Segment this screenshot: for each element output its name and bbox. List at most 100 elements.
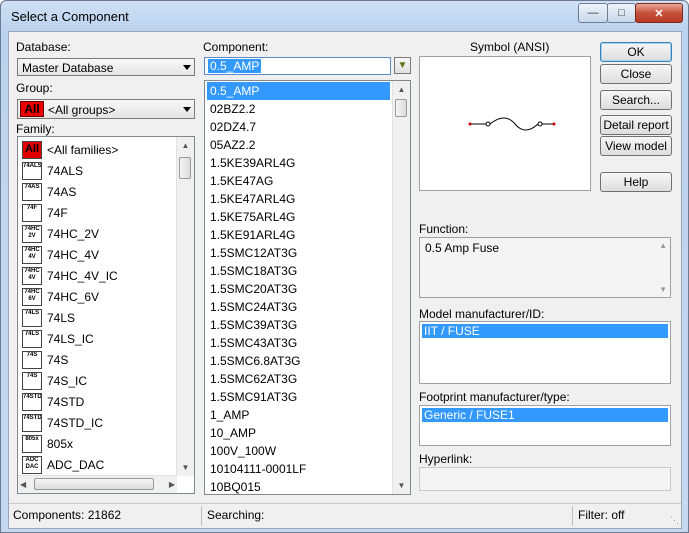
family-icon: 74HC 6V: [22, 287, 42, 306]
family-item[interactable]: 74HC 4V 74HC_4V_IC: [22, 265, 118, 286]
family-item-label: 74S_IC: [47, 373, 88, 388]
family-icon: 74AS: [22, 182, 42, 201]
family-item[interactable]: 74F 74F: [22, 202, 68, 223]
family-item[interactable]: 74LS 74LS: [22, 307, 75, 328]
family-item-label: 74LS_IC: [47, 331, 94, 346]
component-item[interactable]: 10104111-0001LF: [207, 460, 390, 478]
close-window-button[interactable]: ✕: [635, 3, 683, 23]
component-item[interactable]: 1.5SMC20AT3G: [207, 280, 390, 298]
component-item[interactable]: 1.5KE39ARL4G: [207, 154, 390, 172]
chevron-down-icon: [183, 107, 191, 112]
component-item[interactable]: 10BQ015: [207, 478, 390, 494]
help-button[interactable]: Help: [600, 172, 672, 192]
group-label: Group:: [16, 81, 53, 95]
family-item-label: 74HC_4V_IC: [47, 268, 118, 283]
component-item[interactable]: 02DZ4.7: [207, 118, 390, 136]
family-item[interactable]: 74ALS 74ALS: [22, 160, 83, 181]
all-badge-icon: All: [20, 101, 44, 117]
family-icon: 74STD: [22, 413, 42, 432]
family-item[interactable]: All <All families>: [22, 139, 118, 160]
component-item[interactable]: 02BZ2.2: [207, 100, 390, 118]
hyperlink-field[interactable]: [419, 467, 671, 491]
family-horizontal-scrollbar[interactable]: ◀ ▶: [18, 475, 177, 493]
component-item[interactable]: 1.5KE75ARL4G: [207, 208, 390, 226]
function-value: 0.5 Amp Fuse: [425, 241, 500, 255]
group-select[interactable]: All <All groups>: [17, 99, 195, 119]
searching-status: Searching:: [207, 508, 265, 522]
family-item[interactable]: 74HC 4V 74HC_4V: [22, 244, 99, 265]
component-item[interactable]: 1.5KE47AG: [207, 172, 390, 190]
family-icon: 74HC 4V: [22, 245, 42, 264]
component-item[interactable]: 1.5SMC39AT3G: [207, 316, 390, 334]
close-button[interactable]: Close: [600, 64, 672, 84]
model-list[interactable]: IIT / FUSE: [419, 321, 671, 384]
database-value: Master Database: [22, 61, 114, 75]
filter-button[interactable]: ▼: [394, 57, 411, 74]
model-item[interactable]: IIT / FUSE: [422, 324, 668, 338]
scroll-thumb[interactable]: [395, 99, 407, 117]
component-item[interactable]: 05AZ2.2: [207, 136, 390, 154]
scroll-up-icon[interactable]: ▲: [177, 137, 194, 154]
family-item[interactable]: 805x 805x: [22, 433, 73, 454]
family-item[interactable]: ADC DAC ADC_DAC: [22, 454, 104, 475]
footprint-list[interactable]: Generic / FUSE1: [419, 405, 671, 446]
database-select[interactable]: Master Database: [17, 58, 195, 76]
scroll-up-icon: ▲: [659, 241, 667, 250]
component-item[interactable]: 1.5SMC43AT3G: [207, 334, 390, 352]
family-icon: ADC DAC: [22, 455, 42, 474]
family-icon: 74S: [22, 371, 42, 390]
ok-button[interactable]: OK: [600, 42, 672, 62]
family-item[interactable]: 74S 74S_IC: [22, 370, 87, 391]
family-list[interactable]: ▲ ▼ ◀ ▶ All <All families> 74ALS 74ALS 74AS 7…: [17, 136, 195, 494]
component-list[interactable]: 10BQ015 10104111-0001LF 100V_100W 10_AMP 1_A…: [204, 80, 411, 495]
family-item[interactable]: 74AS 74AS: [22, 181, 76, 202]
scroll-right-icon[interactable]: ▶: [169, 480, 175, 489]
component-item[interactable]: 1.5SMC91AT3G: [207, 388, 390, 406]
family-item-label: ADC_DAC: [47, 457, 105, 472]
footprint-item[interactable]: Generic / FUSE1: [422, 408, 668, 422]
scroll-thumb[interactable]: [179, 157, 191, 179]
component-search-input[interactable]: 0.5_AMP: [204, 57, 391, 75]
family-item-label: 74STD: [47, 394, 85, 409]
scroll-down-icon: ▼: [659, 285, 667, 294]
scroll-left-icon[interactable]: ◀: [20, 480, 26, 489]
family-item-label: 74F: [47, 205, 68, 220]
resize-grip-icon[interactable]: ⋱: [670, 515, 679, 526]
family-item[interactable]: 74LS 74LS_IC: [22, 328, 94, 349]
dialog-body: Database: Master Database Group: All <Al…: [8, 31, 682, 529]
scroll-down-icon[interactable]: ▼: [393, 477, 410, 494]
component-item[interactable]: 1.5KE47ARL4G: [207, 190, 390, 208]
title-bar[interactable]: Select a Component — □ ✕: [1, 1, 688, 31]
scroll-up-icon[interactable]: ▲: [393, 81, 410, 98]
maximize-button[interactable]: □: [607, 3, 636, 23]
component-item[interactable]: 1_AMP: [207, 406, 390, 424]
scroll-thumb[interactable]: [34, 478, 154, 490]
function-label: Function:: [419, 222, 469, 236]
component-item[interactable]: 1.5SMC12AT3G: [207, 244, 390, 262]
component-item[interactable]: 1.5SMC62AT3G: [207, 370, 390, 388]
component-item[interactable]: 10_AMP: [207, 424, 390, 442]
minimize-button[interactable]: —: [578, 3, 608, 23]
family-vertical-scrollbar[interactable]: ▲ ▼: [176, 137, 194, 476]
family-item[interactable]: 74HC 2V 74HC_2V: [22, 223, 99, 244]
detail-report-button[interactable]: Detail report: [600, 115, 672, 135]
family-item-label: 74STD_IC: [47, 415, 104, 430]
family-item[interactable]: 74STD 74STD_IC: [22, 412, 103, 433]
search-button[interactable]: Search...: [600, 90, 672, 110]
family-item[interactable]: 74HC 6V 74HC_6V: [22, 286, 99, 307]
component-item[interactable]: 1.5SMC6.8AT3G: [207, 352, 390, 370]
view-model-button[interactable]: View model: [600, 136, 672, 156]
component-item[interactable]: 100V_100W: [207, 442, 390, 460]
component-item[interactable]: 1.5SMC24AT3G: [207, 298, 390, 316]
component-vertical-scrollbar[interactable]: ▲ ▼: [392, 81, 410, 494]
component-item[interactable]: 1.5SMC18AT3G: [207, 262, 390, 280]
family-item[interactable]: 74S 74S: [22, 349, 68, 370]
scroll-down-icon[interactable]: ▼: [177, 459, 194, 476]
component-label: Component:: [203, 40, 269, 54]
family-icon: 74STD: [22, 392, 42, 411]
component-item[interactable]: 1.5KE91ARL4G: [207, 226, 390, 244]
component-item[interactable]: 0.5_AMP: [207, 82, 390, 100]
family-item-label: 74HC_6V: [47, 289, 100, 304]
family-item-label: 74LS: [47, 310, 76, 325]
family-item[interactable]: 74STD 74STD: [22, 391, 84, 412]
